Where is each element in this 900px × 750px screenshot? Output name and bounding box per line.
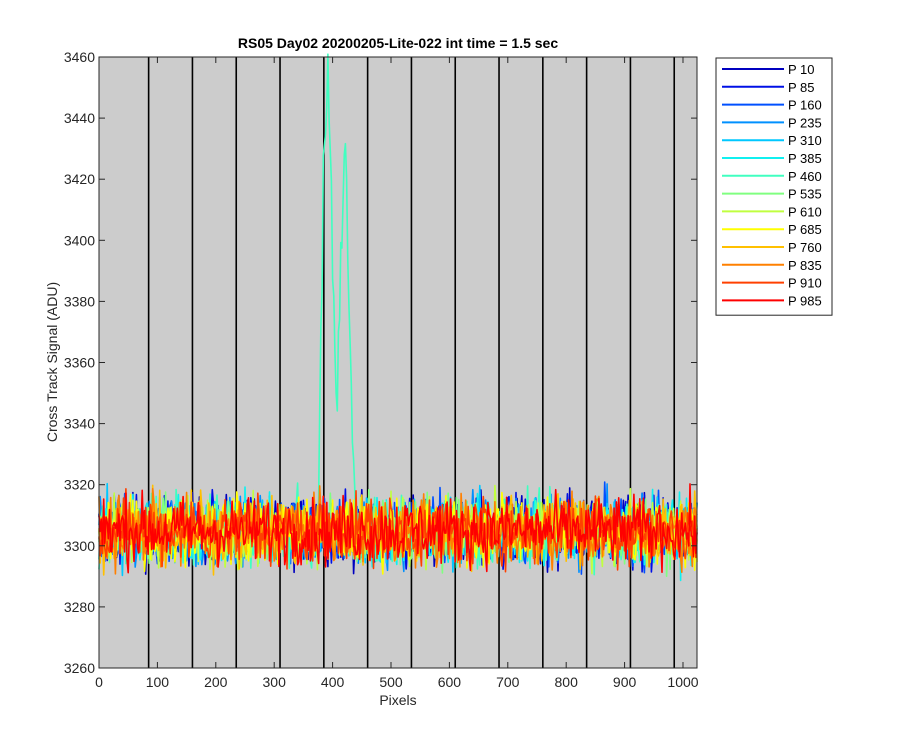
y-tick-label: 3420 — [64, 171, 95, 187]
y-tick-label: 3260 — [64, 660, 95, 676]
legend: P 10 P 85 P 160 P 235 P 310 P 385 P 460 P 535 P … — [715, 57, 833, 316]
plot-background — [99, 57, 697, 668]
x-tick-label: 500 — [379, 674, 403, 690]
x-tick-label: 200 — [204, 674, 228, 690]
x-tick-label: 300 — [263, 674, 287, 690]
y-axis-label: Cross Track Signal (ADU) — [44, 282, 60, 442]
x-tick-label: 900 — [613, 674, 637, 690]
chart-title: RS05 Day02 20200205-Lite-022 int time = … — [238, 35, 558, 51]
x-tick-label: 0 — [95, 674, 103, 690]
y-tick-label: 3340 — [64, 416, 95, 432]
legend-entry-label: P 910 — [788, 276, 822, 291]
y-tick-label: 3280 — [64, 599, 95, 615]
x-tick-label: 100 — [146, 674, 170, 690]
legend-entry-label: P 85 — [788, 80, 815, 95]
legend-entry-label: P 685 — [788, 222, 822, 237]
y-tick-label: 3320 — [64, 477, 95, 493]
x-tick-label: 800 — [555, 674, 579, 690]
y-tick-label: 3380 — [64, 293, 95, 309]
y-tick-label: 3360 — [64, 355, 95, 371]
legend-entry-label: P 535 — [788, 187, 822, 202]
legend-entry-label: P 610 — [788, 204, 822, 219]
y-tick-label: 3400 — [64, 232, 95, 248]
legend-entry-label: P 235 — [788, 115, 822, 130]
x-tick-label: 600 — [438, 674, 462, 690]
legend-entry-label: P 460 — [788, 169, 822, 184]
legend-entry-label: P 10 — [788, 62, 815, 77]
legend-entry-label: P 835 — [788, 258, 822, 273]
legend-entry-label: P 760 — [788, 240, 822, 255]
x-tick-label: 700 — [496, 674, 520, 690]
x-tick-label: 1000 — [667, 674, 698, 690]
y-tick-label: 3460 — [64, 49, 95, 65]
x-tick-label: 400 — [321, 674, 345, 690]
legend-entry-label: P 310 — [788, 133, 822, 148]
x-axis-label: Pixels — [379, 692, 416, 708]
legend-entry-label: P 985 — [788, 293, 822, 308]
legend-entry-label: P 160 — [788, 98, 822, 113]
y-tick-label: 3440 — [64, 110, 95, 126]
y-tick-label: 3300 — [64, 538, 95, 554]
legend-entry-label: P 385 — [788, 151, 822, 166]
chart: 0 100 200 300 400 500 600 700 800 900 1000 3260 328… — [44, 35, 833, 708]
